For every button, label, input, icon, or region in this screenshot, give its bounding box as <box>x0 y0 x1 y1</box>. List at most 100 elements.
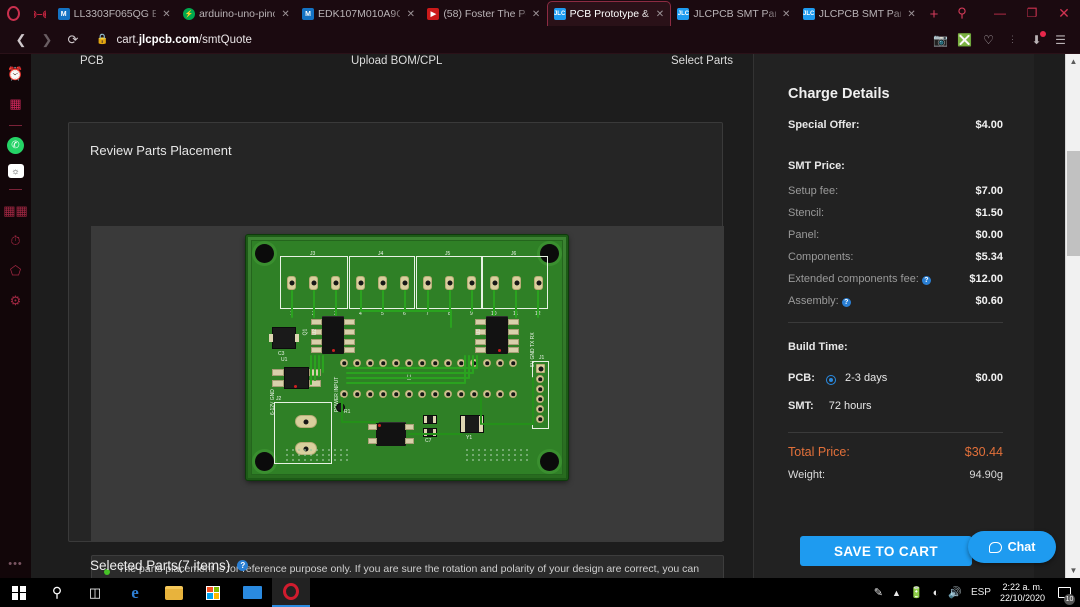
scrollbar-thumb[interactable] <box>1067 151 1080 256</box>
question-mark-icon[interactable]: ? <box>841 298 851 307</box>
tab-search-icon[interactable]: ⚲ <box>946 0 978 26</box>
package-cube-icon[interactable]: ⬠ <box>6 261 26 281</box>
total-price-row: Total Price: $30.44 <box>788 445 1003 459</box>
tab-mouser-edk107m[interactable]: M EDK107M010A9GA ✕ <box>296 2 421 26</box>
reload-icon[interactable]: ⟳ <box>60 27 86 53</box>
question-mark-icon[interactable]: ? <box>921 276 931 285</box>
pcb-preview-stage[interactable]: J3 J4 J5 J6 4 5 6 7 9 U2 U3 C3 Q1 U1 IC1… <box>91 226 724 541</box>
mail-button[interactable] <box>233 578 271 607</box>
wifi-icon[interactable]: ◐ <box>933 587 940 599</box>
search-icon: ⚲ <box>51 584 63 600</box>
folder-icon <box>165 585 183 600</box>
forward-arrow-icon[interactable]: ❯ <box>34 27 60 53</box>
component-lead <box>424 416 427 423</box>
opera-menu-icon[interactable]: ☰ <box>1053 32 1068 47</box>
file-explorer-button[interactable] <box>155 578 193 607</box>
search-button[interactable]: ⚲ <box>38 578 76 607</box>
silk-label-j3: J3 <box>310 251 316 257</box>
ad-block-icon[interactable]: ❎ <box>957 32 972 47</box>
start-button[interactable] <box>0 578 38 607</box>
tab-label: arduino-uno-pinou <box>198 8 275 20</box>
scroll-up-arrow-icon[interactable]: ▲ <box>1066 54 1080 69</box>
tab-jlcpcb-smt-parts-2[interactable]: JLC JLCPCB SMT Parts ✕ <box>797 2 922 26</box>
tab-close-icon[interactable]: ✕ <box>404 8 417 21</box>
socket-pad <box>483 359 491 367</box>
tab-pcb-prototype-active[interactable]: JLC PCB Prototype & P ✕ <box>546 1 672 26</box>
new-tab-button[interactable]: + <box>922 2 946 26</box>
edge-button[interactable]: e <box>116 578 154 607</box>
tab-close-icon[interactable]: ✕ <box>279 8 292 21</box>
scroll-down-arrow-icon[interactable]: ▼ <box>1066 563 1080 578</box>
tab-close-icon[interactable]: ✕ <box>653 8 666 21</box>
mail-icon <box>242 586 262 599</box>
component-lead <box>269 334 273 342</box>
history-clock-icon[interactable]: ⏱ <box>6 231 26 251</box>
row-label: Assembly: ? <box>788 295 851 307</box>
step-upload-bom-cpl[interactable]: Upload BOM/CPL <box>351 55 442 67</box>
settings-gear-icon[interactable]: ⚙ <box>6 291 26 311</box>
close-icon[interactable]: ✕ <box>1048 0 1080 26</box>
opera-logo-icon <box>0 0 28 26</box>
step-select-parts[interactable]: Select Parts <box>671 55 733 67</box>
tab-label: (58) Foster The Peo <box>443 8 526 20</box>
tab-close-icon[interactable]: ✕ <box>905 8 918 21</box>
socket-pad <box>353 390 361 398</box>
question-mark-icon[interactable]: ? <box>237 560 249 571</box>
clock[interactable]: 2:22 a. m. 22/10/2020 <box>1000 582 1045 604</box>
heart-icon[interactable]: ♡ <box>981 32 996 47</box>
tab-close-icon[interactable]: ✕ <box>530 8 543 21</box>
copper-trace <box>313 290 315 318</box>
special-offer-value: $4.00 <box>975 119 1003 131</box>
download-icon[interactable]: ⬇ <box>1029 31 1046 47</box>
apps-grid-icon[interactable]: ▦▦ <box>3 201 28 221</box>
copper-trace <box>310 355 312 385</box>
battery-icon[interactable]: 🔋 <box>910 586 924 599</box>
show-hidden-icons-icon[interactable]: ▲ <box>892 588 901 598</box>
task-view-button[interactable]: ◫ <box>76 578 114 607</box>
action-center-button[interactable]: 10 <box>1054 578 1075 607</box>
microsoft-store-button[interactable] <box>194 578 232 607</box>
tab-close-icon[interactable]: ✕ <box>160 8 173 21</box>
pcb-build-radio[interactable] <box>825 375 836 385</box>
tab-pinned-gamepad[interactable]: ◉–◉ <box>28 2 52 26</box>
step-pcb[interactable]: PCB <box>80 55 104 67</box>
more-dots-icon[interactable]: ⋮ <box>1005 32 1020 47</box>
silk-label-j6: J6 <box>511 251 517 257</box>
speed-dial-icon[interactable]: ⏰ <box>6 64 26 84</box>
whatsapp-icon[interactable]: ✆ <box>7 137 24 154</box>
build-time-smt-row: SMT: 72 hours <box>788 400 1003 412</box>
row-label: Setup fee: <box>788 185 839 197</box>
copper-trace <box>472 355 474 374</box>
page-scrollbar[interactable]: ▲ ▼ <box>1065 54 1080 578</box>
sidebar-divider-2 <box>9 189 22 190</box>
tab-close-icon[interactable]: ✕ <box>780 8 793 21</box>
volume-icon[interactable]: 🔊 <box>948 586 962 599</box>
twitch-icon[interactable]: ▦ <box>6 94 26 114</box>
socket-pad <box>353 359 361 367</box>
tab-jlcpcb-smt-parts-1[interactable]: JLC JLCPCB SMT Parts ✕ <box>671 2 796 26</box>
tab-mouser-ll3303[interactable]: M LL3303F065QG E-S ✕ <box>52 2 177 26</box>
selected-parts-header: Selected Parts(7 items) ? <box>90 558 249 573</box>
row-label-text: Assembly: <box>788 295 839 307</box>
save-to-cart-button[interactable]: SAVE TO CART <box>800 536 972 566</box>
copper-trace <box>493 290 495 318</box>
maximize-icon[interactable]: ❐ <box>1016 0 1048 26</box>
snapshot-icon[interactable]: 📷 <box>933 32 948 47</box>
back-arrow-icon[interactable]: ❮ <box>8 27 34 53</box>
silk-label-u3: U3 <box>476 328 483 336</box>
pcb-render[interactable]: J3 J4 J5 J6 4 5 6 7 9 U2 U3 C3 Q1 U1 IC1… <box>246 235 568 480</box>
pcb-board: J3 J4 J5 J6 4 5 6 7 9 U2 U3 C3 Q1 U1 IC1… <box>246 235 568 480</box>
messenger-icon[interactable]: ☼ <box>7 164 24 178</box>
tab-arduino-uno-pinout[interactable]: ⚡ arduino-uno-pinou ✕ <box>177 2 296 26</box>
language-indicator[interactable]: ESP <box>971 587 991 598</box>
component-q1 <box>269 327 299 349</box>
charge-details-title: Charge Details <box>788 86 890 102</box>
copper-trace <box>360 290 362 312</box>
sidebar-more-icon[interactable]: ••• <box>8 558 23 570</box>
url-input[interactable]: 🔒 cart.jlcpcb.com/smtQuote <box>86 29 933 51</box>
pen-workspace-icon[interactable]: ✎ <box>874 586 883 599</box>
chat-widget-button[interactable]: Chat <box>968 531 1056 563</box>
minimize-icon[interactable]: — <box>984 0 1016 26</box>
opera-button[interactable] <box>272 578 310 607</box>
tab-youtube-foster-the-people[interactable]: ▶ (58) Foster The Peo ✕ <box>421 2 546 26</box>
